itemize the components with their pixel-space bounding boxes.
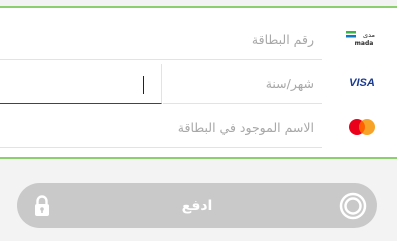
visa-text: VISA	[349, 77, 375, 89]
cardholder-name-input[interactable]	[0, 119, 316, 136]
mastercard-logo	[349, 119, 375, 135]
visa-logo: VISA	[349, 77, 375, 89]
card-form: مدى mada VISA	[0, 6, 397, 159]
mada-green-bar	[346, 31, 356, 34]
mada-blue-bar	[346, 35, 356, 38]
loading-spinner-icon	[339, 192, 367, 220]
mada-logo: مدى mada	[346, 31, 375, 46]
card-number-field[interactable]	[0, 20, 322, 60]
text-cursor	[143, 76, 144, 94]
cvv-field[interactable]	[0, 64, 162, 104]
cardholder-name-field[interactable]	[0, 108, 322, 148]
pay-button-label: ادفع	[181, 197, 213, 214]
cvv-input[interactable]	[0, 75, 155, 92]
pay-button[interactable]: ادفع	[17, 183, 377, 228]
mada-arabic-text: مدى	[363, 31, 375, 39]
mada-latin-text: mada	[355, 40, 374, 46]
lock-icon	[35, 195, 49, 216]
expiry-field[interactable]	[163, 64, 322, 104]
expiry-input[interactable]	[163, 75, 316, 92]
card-number-input[interactable]	[0, 31, 316, 48]
